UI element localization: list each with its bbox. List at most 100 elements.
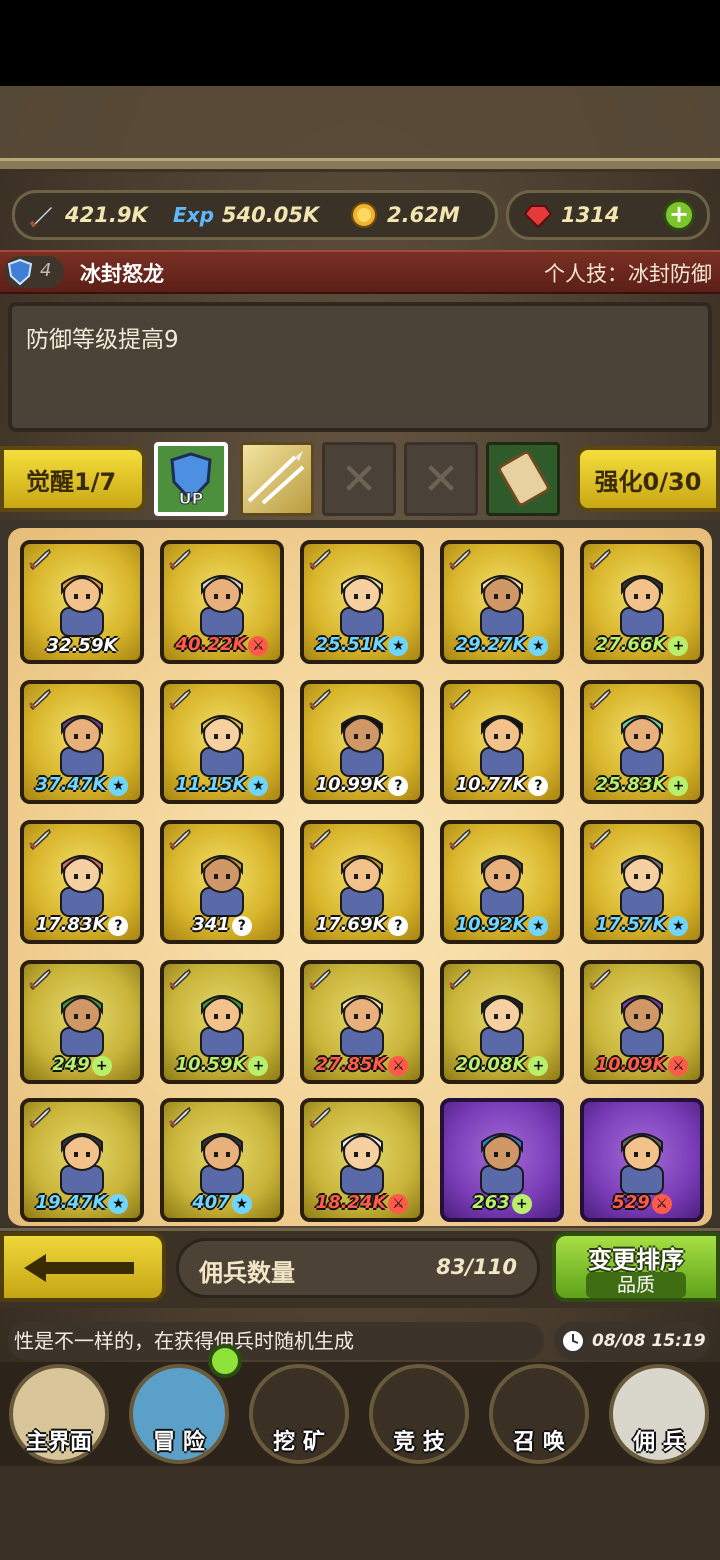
nav-mining-label: 挖 矿 — [273, 1430, 325, 1455]
sword-badge-icon: ⚔ — [388, 1056, 409, 1076]
mercenary-portrait — [620, 995, 664, 1057]
mercenary-power-value: 17.83K — [35, 914, 107, 935]
add-gems-button[interactable]: + — [663, 199, 695, 231]
back-button[interactable] — [0, 1232, 166, 1302]
mercenary-power-value: 10.77K — [455, 774, 527, 795]
sort-mode: 品质 — [586, 1272, 686, 1298]
mercenary-card[interactable]: 17.57K ★ — [580, 820, 704, 944]
mercenary-card[interactable]: 19.47K ★ — [20, 1098, 144, 1222]
hero-name: 冰封怒龙 — [80, 262, 164, 286]
sort-button[interactable]: 变更排序 品质 — [552, 1232, 720, 1302]
gold-coin-icon — [351, 202, 377, 228]
mercenary-card[interactable]: 27.85K ⚔ — [300, 960, 424, 1084]
mercenary-power-value: 29.27K — [455, 634, 527, 655]
question-badge-icon: ? — [388, 916, 409, 936]
notification-dot — [208, 1344, 242, 1378]
mercenary-portrait — [60, 715, 104, 777]
mercenary-card[interactable]: 529 ⚔ — [580, 1098, 704, 1222]
mercenary-portrait — [200, 575, 244, 637]
defense-up-skill-slot[interactable]: UP — [154, 442, 228, 516]
nav-main-label: 主界面 — [25, 1430, 92, 1455]
mercenary-power: 18.24K ⚔ — [304, 1192, 420, 1214]
mercenary-portrait — [60, 855, 104, 917]
mercenary-card[interactable]: 407 ★ — [160, 1098, 284, 1222]
empty-slot-1[interactable]: ✕ — [322, 442, 396, 516]
mercenary-card[interactable]: 17.83K? — [20, 820, 144, 944]
mercenary-power: 25.83K + — [584, 774, 700, 796]
mercenary-power-value: 529 — [612, 1192, 650, 1213]
gem-value: 1314 — [561, 203, 620, 227]
gem-bar: 1314 + — [506, 190, 710, 240]
mercenary-power-value: 341 — [192, 914, 230, 935]
clock-time: 08/08 15:19 — [592, 1331, 706, 1351]
mercenary-card[interactable]: 263 + — [440, 1098, 564, 1222]
enhance-button[interactable]: 强化0/30 — [576, 446, 720, 512]
nav-summon-label: 召 唤 — [513, 1430, 565, 1455]
mercenary-card[interactable]: 18.24K ⚔ — [300, 1098, 424, 1222]
star-badge-icon: ★ — [528, 916, 549, 936]
mercenary-card[interactable]: 341? — [160, 820, 284, 944]
mercenary-power-value: 17.69K — [315, 914, 387, 935]
mercenary-portrait — [480, 715, 524, 777]
mercenary-power: 37.47K ★ — [24, 774, 140, 796]
plus-badge-icon: + — [528, 1056, 549, 1076]
nav-arena[interactable]: 竞 技 — [360, 1364, 478, 1464]
attack-value: 421.9K — [65, 203, 148, 227]
cross-icon: ✕ — [422, 453, 460, 505]
shield-icon — [7, 258, 33, 286]
mercenary-power: 19.47K ★ — [24, 1192, 140, 1214]
mercenary-card[interactable]: 40.22K ⚔ — [160, 540, 284, 664]
mercenary-portrait — [340, 855, 384, 917]
nav-adventure-label: 冒 险 — [153, 1430, 205, 1455]
mercenary-card[interactable]: 10.59K + — [160, 960, 284, 1084]
mercenary-power-value: 25.83K — [595, 774, 667, 795]
nav-adventure[interactable]: 冒 险 — [120, 1364, 238, 1464]
question-badge-icon: ? — [108, 916, 129, 936]
svg-text:UP: UP — [179, 489, 204, 508]
awaken-button[interactable]: 觉醒1/7 — [0, 446, 146, 512]
mercenary-card[interactable]: 17.69K? — [300, 820, 424, 944]
mercenary-power-value: 249 — [52, 1054, 90, 1075]
mercenary-card[interactable]: 11.15K ★ — [160, 680, 284, 804]
mercenary-card[interactable]: 10.99K? — [300, 680, 424, 804]
star-badge-icon: ★ — [231, 1194, 252, 1214]
mercenary-card[interactable]: 29.27K ★ — [440, 540, 564, 664]
mercenary-card[interactable]: 10.09K ⚔ — [580, 960, 704, 1084]
mercenary-card[interactable]: 25.83K + — [580, 680, 704, 804]
plus-badge-icon: + — [668, 636, 689, 656]
nav-mercenary[interactable]: 佣 兵 — [600, 1364, 718, 1464]
star-badge-icon: ★ — [248, 776, 269, 796]
hero-level: 4 — [40, 260, 52, 281]
mercenary-card[interactable]: 249 + — [20, 960, 144, 1084]
mercenary-power: 10.92K ★ — [444, 914, 560, 936]
mercenary-card[interactable]: 10.92K ★ — [440, 820, 564, 944]
nav-summon[interactable]: 召 唤 — [480, 1364, 598, 1464]
mercenary-portrait — [620, 855, 664, 917]
news-ticker: 性是不一样的，在获得佣兵时随机生成 — [8, 1322, 544, 1360]
mercenary-portrait — [200, 715, 244, 777]
scroll-skill-slot[interactable] — [486, 442, 560, 516]
sword-icon — [29, 204, 55, 230]
mercenary-power-value: 407 — [192, 1192, 230, 1213]
spear-icon — [247, 451, 305, 505]
spear-skill-slot[interactable] — [240, 442, 314, 516]
empty-slot-2[interactable]: ✕ — [404, 442, 478, 516]
skill-description: 防御等级提高9 — [26, 327, 179, 353]
mercenary-card[interactable]: 27.66K + — [580, 540, 704, 664]
mercenary-portrait — [480, 575, 524, 637]
mercenary-portrait — [340, 1133, 384, 1195]
mercenary-power: 10.09K ⚔ — [584, 1054, 700, 1076]
mercenary-card[interactable]: 10.77K? — [440, 680, 564, 804]
mercenary-card[interactable]: 25.51K ★ — [300, 540, 424, 664]
mercenary-card[interactable]: 32.59K — [20, 540, 144, 664]
mercenary-power-value: 263 — [472, 1192, 510, 1213]
nav-mining[interactable]: 挖 矿 — [240, 1364, 358, 1464]
star-badge-icon: ★ — [108, 1194, 129, 1214]
map-band — [0, 86, 720, 166]
mercenary-count-value: 83/110 — [436, 1255, 517, 1279]
shield-up-icon: UP — [170, 452, 212, 509]
mercenary-card[interactable]: 37.47K ★ — [20, 680, 144, 804]
nav-main[interactable]: 主界面 — [0, 1364, 118, 1464]
mercenary-portrait — [620, 715, 664, 777]
mercenary-card[interactable]: 20.08K + — [440, 960, 564, 1084]
